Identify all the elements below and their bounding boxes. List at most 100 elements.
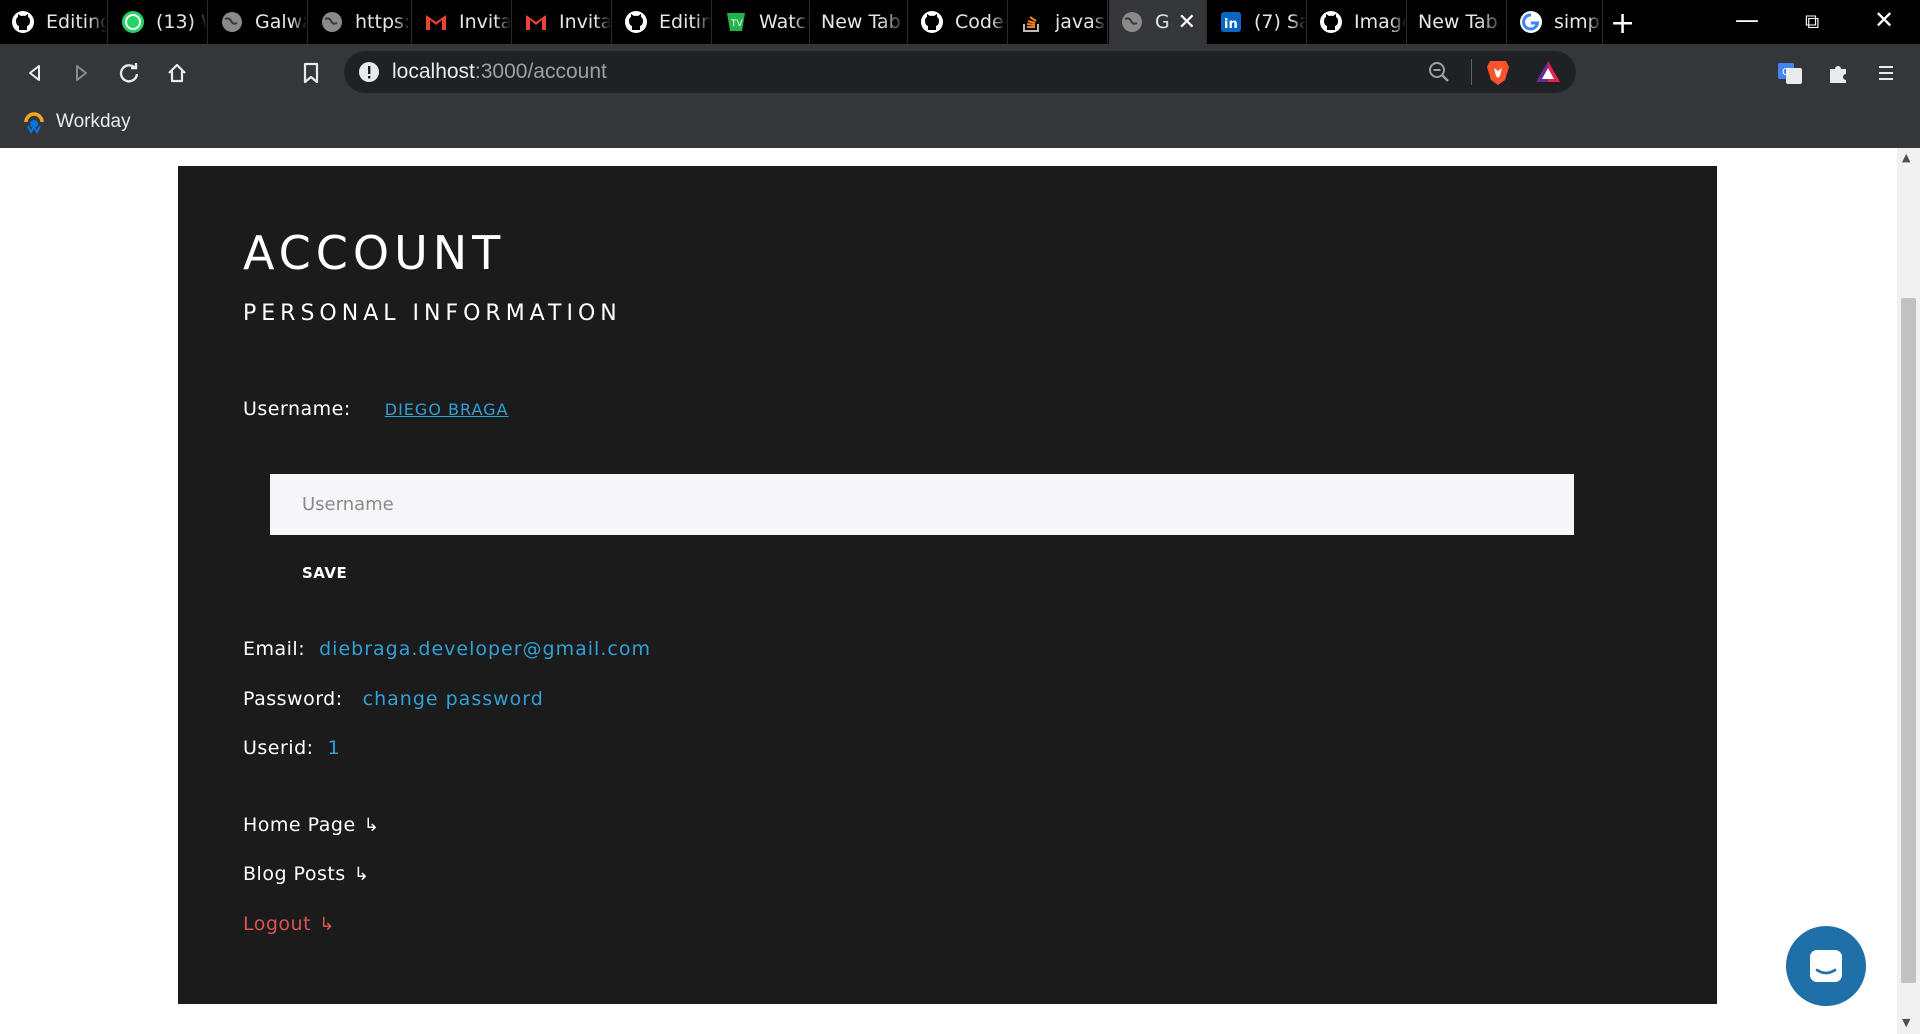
tab-title: Invitati <box>559 11 611 33</box>
minimize-icon[interactable]: — <box>1735 6 1759 34</box>
password-label: Password: <box>243 688 343 710</box>
page-viewport: ACCOUNT PERSONAL INFORMATION Username: D… <box>0 148 1897 1034</box>
tab-strip: Editing (13) W Galway https:/ Invitati Invita… <box>0 0 1920 44</box>
reload-icon[interactable] <box>114 58 144 88</box>
tab-title: (13) W <box>156 11 207 33</box>
svg-text:in: in <box>1224 17 1238 32</box>
email-row: Email: diebraga.developer@gmail.com <box>243 638 651 660</box>
browser-tab[interactable]: Invitati <box>413 0 512 44</box>
forward-icon[interactable] <box>66 58 96 88</box>
extensions-icon[interactable] <box>1823 58 1853 88</box>
scroll-up-icon[interactable]: ▲ <box>1902 151 1910 164</box>
return-arrow-icon: ↳ <box>319 913 335 935</box>
restore-icon[interactable]: ⧉ <box>1805 9 1819 33</box>
tab-title: Editing <box>659 11 711 33</box>
tab-title: Editing <box>46 11 107 33</box>
tab-title: Code- <box>955 11 1007 33</box>
tab-title: New Tab <box>1418 11 1498 33</box>
bookmark-workday[interactable]: Workday <box>22 110 131 134</box>
tab-title: Galway <box>255 11 307 33</box>
workday-icon <box>24 112 44 134</box>
browser-tab[interactable]: (13) W <box>110 0 208 44</box>
github-icon <box>1318 9 1344 35</box>
github-icon <box>10 9 36 35</box>
stackoverflow-icon <box>1019 9 1045 35</box>
username-row: Username: DIEGO BRAGA <box>243 398 508 420</box>
svg-text:G: G <box>1782 67 1790 78</box>
close-tab-icon[interactable]: ✕ <box>1178 10 1196 35</box>
chat-launcher-button[interactable] <box>1786 926 1866 1006</box>
translate-icon[interactable]: G <box>1775 58 1805 88</box>
svg-text:TV: TV <box>730 19 743 29</box>
browser-tab[interactable]: New Tab <box>1408 0 1507 44</box>
account-card: ACCOUNT PERSONAL INFORMATION Username: D… <box>178 166 1717 1004</box>
browser-tab[interactable]: Ga ✕ <box>1109 0 1207 44</box>
userid-row: Userid: 1 <box>243 737 341 759</box>
menu-icon[interactable] <box>1871 58 1901 88</box>
browser-tab[interactable]: Code- <box>909 0 1008 44</box>
google-icon <box>1518 9 1544 35</box>
gmail-icon <box>523 9 549 35</box>
tv-icon: TV <box>723 9 749 35</box>
tab-title: Invitati <box>459 11 511 33</box>
new-tab-button[interactable]: + <box>1610 6 1635 41</box>
section-title: PERSONAL INFORMATION <box>243 301 622 326</box>
linkedin-icon: in <box>1218 9 1244 35</box>
brave-rewards-icon[interactable] <box>1534 58 1562 90</box>
browser-tab[interactable]: simply <box>1508 0 1603 44</box>
zoom-icon[interactable] <box>1427 60 1451 88</box>
username-link[interactable]: DIEGO BRAGA <box>385 400 509 419</box>
return-arrow-icon: ↳ <box>363 814 380 836</box>
logout-link[interactable]: Logout ↳ <box>243 913 335 935</box>
scrollbar-thumb[interactable] <box>1901 298 1916 983</box>
scroll-down-icon[interactable]: ▼ <box>1902 1016 1910 1029</box>
browser-toolbar: localhost:3000/account G <box>0 44 1920 102</box>
back-icon[interactable] <box>20 58 50 88</box>
tab-title: New Tab <box>821 11 901 33</box>
blog-posts-link[interactable]: Blog Posts ↳ <box>243 863 369 885</box>
logout-link-label: Logout <box>243 913 312 935</box>
password-row: Password: change password <box>243 688 544 710</box>
email-label: Email: <box>243 638 306 660</box>
tab-title: javasc <box>1055 11 1107 33</box>
save-button[interactable]: SAVE <box>302 564 347 582</box>
username-input[interactable] <box>270 474 1574 535</box>
address-bar-divider <box>1471 59 1472 85</box>
brave-shields-icon[interactable] <box>1485 58 1511 90</box>
url-text: localhost:3000/account <box>392 60 607 83</box>
tab-title: simply <box>1554 11 1602 33</box>
browser-tab[interactable]: Invitati <box>513 0 612 44</box>
tab-title: (7) Sar <box>1254 11 1306 33</box>
browser-tab[interactable]: TV Watch <box>713 0 810 44</box>
userid-value: 1 <box>327 737 341 759</box>
github-icon <box>623 9 649 35</box>
browser-tab[interactable]: New Tab <box>811 0 908 44</box>
blog-posts-link-label: Blog Posts <box>243 863 346 885</box>
browser-tab[interactable]: Galway <box>209 0 308 44</box>
gmail-icon <box>423 9 449 35</box>
bookmarks-bar: Workday <box>0 102 1920 149</box>
vertical-scrollbar[interactable]: ▲ ▼ <box>1897 148 1920 1034</box>
username-label: Username: <box>243 398 351 420</box>
chat-icon <box>1810 950 1842 982</box>
page-title: ACCOUNT <box>243 226 506 280</box>
home-page-link[interactable]: Home Page ↳ <box>243 814 379 836</box>
tab-title: Watch <box>759 11 809 33</box>
tab-title: Image <box>1354 11 1406 33</box>
change-password-link[interactable]: change password <box>363 688 544 710</box>
globe-icon <box>319 9 345 35</box>
browser-tab[interactable]: Editing <box>613 0 712 44</box>
globe-icon <box>219 9 245 35</box>
address-bar[interactable]: localhost:3000/account <box>344 51 1576 93</box>
bookmark-label: Workday <box>56 111 131 132</box>
userid-label: Userid: <box>243 737 314 759</box>
home-icon[interactable] <box>162 58 192 88</box>
site-info-icon[interactable] <box>358 61 380 83</box>
close-window-icon[interactable]: ✕ <box>1874 6 1894 34</box>
bookmark-icon[interactable] <box>296 58 326 88</box>
browser-tab[interactable]: in (7) Sar <box>1208 0 1307 44</box>
browser-tab[interactable]: Image <box>1308 0 1407 44</box>
browser-tab[interactable]: https:/ <box>309 0 412 44</box>
browser-tab[interactable]: javasc <box>1009 0 1108 44</box>
browser-tab[interactable]: Editing <box>0 0 108 44</box>
